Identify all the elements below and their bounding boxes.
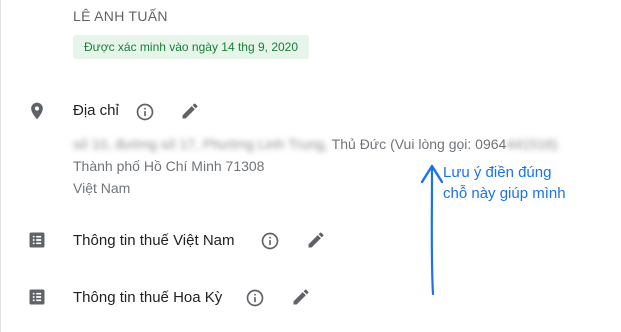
- tax-us-info-icon[interactable]: [245, 288, 265, 308]
- address-phone-redacted: 441516): [506, 136, 558, 152]
- address-line-3: Việt Nam: [73, 180, 131, 196]
- address-line-1-text: Thủ Đức (Vui lòng gọi: 0964: [328, 136, 507, 152]
- owner-name: LÊ ANH TUẤN: [73, 8, 168, 24]
- tax-us-edit-icon[interactable]: [291, 287, 311, 307]
- list-icon: [29, 232, 45, 248]
- address-line-2: Thành phố Hồ Chí Minh 71308: [73, 158, 265, 174]
- tax-us-label: Thông tin thuế Hoa Kỳ: [73, 289, 223, 306]
- annotation-note-line-1: Lưu ý điền đúng: [443, 164, 552, 181]
- address-label: Địa chỉ: [73, 102, 119, 119]
- tax-vn-edit-icon[interactable]: [306, 230, 326, 250]
- annotation-note-line-2: chỗ này giúp mình: [443, 185, 566, 202]
- list-icon: [29, 289, 45, 305]
- verified-badge: Được xác minh vào ngày 14 thg 9, 2020: [73, 35, 310, 59]
- annotation-arrow: [420, 164, 444, 296]
- address-info-icon[interactable]: [135, 102, 155, 122]
- tax-vn-label: Thông tin thuế Việt Nam: [73, 232, 235, 249]
- left-divider: [0, 0, 1, 332]
- address-line-1-redacted: số 10, đường số 17, Phường Linh Trung,: [73, 136, 329, 152]
- location-pin-icon: [31, 102, 43, 120]
- address-edit-icon[interactable]: [180, 101, 200, 121]
- address-line-1: số 10, đường số 17, Phường Linh Trung, T…: [73, 136, 558, 152]
- tax-vn-info-icon[interactable]: [260, 231, 280, 251]
